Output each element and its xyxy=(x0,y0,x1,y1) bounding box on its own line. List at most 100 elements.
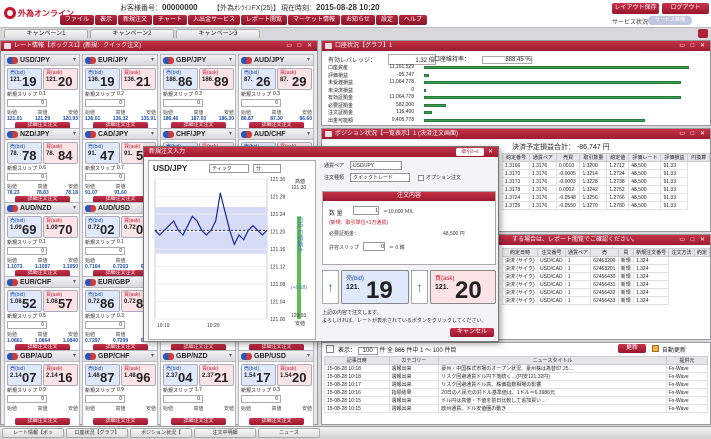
column-header[interactable]: 注文方法 xyxy=(668,248,695,257)
quantity-input[interactable]: 1 xyxy=(353,206,379,215)
table-row[interactable]: 決済 (サイク) USD/CAD 1 62463200 新規 1.324 xyxy=(501,256,710,265)
card-menu-icon[interactable]: ▾ xyxy=(229,129,232,140)
card-header[interactable]: CHF/JPY ▾ xyxy=(161,129,235,140)
column-header[interactable]: 評価損益 xyxy=(660,153,689,162)
table-row[interactable]: 決済 (サイク) USD/CAD 1 62463201 新規 1.324 xyxy=(501,264,710,273)
lot-input[interactable]: 0 xyxy=(7,173,47,181)
sell-button[interactable]: 売(bid) 0.72 02 xyxy=(85,216,120,238)
buy-button[interactable]: 買(ask) 87. 29 xyxy=(277,68,312,90)
column-header[interactable]: 円換算 xyxy=(687,153,710,162)
tab-campaign-3[interactable]: キャンペーン3 xyxy=(176,29,260,38)
lot-input[interactable]: 0 xyxy=(7,99,47,107)
display-count-select[interactable]: 100 xyxy=(357,347,378,355)
table-row[interactable]: 決済 (サイク) USD/CAD 1 62456431 新規 1.324 xyxy=(501,280,710,289)
sell-quote-button[interactable]: 売(bid) 121. 19 xyxy=(341,270,409,304)
card-menu-icon[interactable]: ▾ xyxy=(73,277,76,288)
close-icon[interactable]: ✕ xyxy=(488,147,495,157)
card-header[interactable]: NZD/JPY ▾ xyxy=(5,129,79,140)
window-controls[interactable]: ▭ □ ✕ xyxy=(679,235,707,245)
logout-button[interactable]: ログアウト xyxy=(662,3,709,14)
chart-type-select[interactable]: ティック xyxy=(209,164,249,173)
card-header[interactable]: AUD/NZD ▾ xyxy=(5,203,79,214)
table-row[interactable]: 決済 (サイク) USD/CAD 1 62456432 新規 1.324 xyxy=(501,288,710,297)
sell-button[interactable]: 売(bid) 1.08 52 xyxy=(7,290,42,312)
menu-item-9[interactable]: ヘルプ xyxy=(398,15,427,25)
buy-button[interactable]: 買(ask) 136. 21 xyxy=(121,68,156,90)
window-controls[interactable]: ▭ □ ✕ xyxy=(679,41,707,51)
tab-campaign-1[interactable]: キャンペーン1 xyxy=(4,29,88,38)
pair-select[interactable]: USD/JPY xyxy=(350,161,402,170)
table-row[interactable]: 1.3170 1.3176 -0.0005 1.3214 1.2724 48,500 91.… xyxy=(502,169,710,178)
sell-button[interactable]: 売(bid) 0.72 86 xyxy=(85,290,120,312)
order-type-select[interactable]: クイックトレード xyxy=(350,173,410,182)
table-row[interactable]: 15-08-28 10:16 指標結果 20日の人民元の対ドル基準値は、1ドル＝6.… xyxy=(324,388,709,397)
lot-input[interactable]: 0 xyxy=(7,321,47,329)
card-menu-icon[interactable]: ▾ xyxy=(73,129,76,140)
card-menu-icon[interactable]: ▾ xyxy=(151,55,154,66)
table-row[interactable]: 1.3724 1.3176 -0.0548 1.3256 1.2766 48,500 91.… xyxy=(502,193,710,202)
taskbar-item-4[interactable]: ニュース xyxy=(258,428,320,438)
table-row[interactable]: 15-08-28 10:15 週報出来 欧州通貨、ドル安値圏の動き Fx-Wave xyxy=(324,404,709,413)
lot-input[interactable]: 0 xyxy=(85,247,125,255)
detail-order-button[interactable]: 詳細注文注文 xyxy=(15,418,70,425)
auto-refresh-checkbox[interactable] xyxy=(652,345,659,352)
window-controls[interactable]: ▭ □ ✕ xyxy=(286,41,314,51)
card-header[interactable]: EUR/CHF ▾ xyxy=(5,277,79,288)
sell-button[interactable]: 売(bid) 1.09 69 xyxy=(7,216,42,238)
sell-button[interactable]: 売(bid) 136. 19 xyxy=(85,68,120,90)
card-menu-icon[interactable]: ▾ xyxy=(229,351,232,362)
column-header[interactable]: 売 xyxy=(590,248,619,257)
lot-input[interactable]: 0 xyxy=(85,321,125,329)
buy-button[interactable]: 買(ask) 2.14 16 xyxy=(43,364,78,386)
menu-item-1[interactable]: 表示 xyxy=(95,15,118,25)
buy-quote-button[interactable]: 買(ask) 121. 20 xyxy=(430,270,496,304)
column-header[interactable]: 買 xyxy=(617,248,634,257)
menu-item-4[interactable]: 入出金サービス xyxy=(188,15,241,25)
column-header[interactable]: ニュースタイトル xyxy=(438,356,667,365)
sell-button[interactable]: 売(bid) 91. 47 xyxy=(85,142,120,164)
buy-button[interactable]: 買(ask) 186. 89 xyxy=(199,68,234,90)
card-header[interactable]: AUD/JPY ▾ xyxy=(239,55,313,66)
column-header[interactable]: 取引数量 xyxy=(579,153,608,162)
sell-button[interactable]: 売(bid) 1.54 17 xyxy=(241,364,276,386)
lot-input[interactable]: 0 xyxy=(85,173,125,181)
window-controls[interactable]: ▭ □ ✕ xyxy=(679,129,707,139)
sell-button[interactable]: 売(bid) 87. 26 xyxy=(241,68,276,90)
menu-item-5[interactable]: レポート閲覧 xyxy=(241,15,288,25)
buy-button[interactable]: 買(ask) 1.54 20 xyxy=(277,364,312,386)
card-menu-icon[interactable]: ▾ xyxy=(307,129,310,140)
buy-button[interactable]: 買(ask) 78. 84 xyxy=(43,142,78,164)
table-row[interactable]: 1.3166 1.3176 0.0010 1.3200 1.2712 48,500 91.3… xyxy=(502,161,710,170)
column-header[interactable]: 通貨ペア xyxy=(528,153,557,162)
sell-button[interactable]: 売(bid) 2.37 04 xyxy=(163,364,198,386)
column-header[interactable]: 記事日時 xyxy=(324,356,390,365)
table-row[interactable]: 15-08-28 10:18 週報出来 リスク回避通貨ドル円下落続く…(円安121.… xyxy=(324,372,709,381)
menu-item-2[interactable]: 新規注文 xyxy=(118,15,153,25)
column-header[interactable]: 通貨ペア xyxy=(564,248,592,257)
taskbar-item-0[interactable]: レート情報【ボッ xyxy=(2,428,64,438)
cancel-button[interactable]: キャンセル xyxy=(450,328,494,337)
sell-button[interactable]: 売(bid) 186. 86 xyxy=(163,68,198,90)
card-header[interactable]: GBP/AUD ▾ xyxy=(5,351,79,362)
sound-icon[interactable] xyxy=(698,29,708,38)
card-menu-icon[interactable]: ▾ xyxy=(73,351,76,362)
card-menu-icon[interactable]: ▾ xyxy=(73,203,76,214)
card-header[interactable]: GBP/CHF ▾ xyxy=(83,351,157,362)
option-order-checkbox[interactable] xyxy=(418,175,424,181)
menu-item-0[interactable]: ファイル xyxy=(60,15,95,25)
menu-item-6[interactable]: マーケット情報 xyxy=(288,15,341,25)
menu-item-7[interactable]: お知らせ xyxy=(341,15,375,25)
buy-button[interactable]: 買(ask) 2.37 21 xyxy=(199,364,234,386)
column-header[interactable]: 提供元 xyxy=(665,356,709,365)
card-header[interactable]: GBP/JPY ▾ xyxy=(161,55,235,66)
card-header[interactable]: EUR/JPY ▾ xyxy=(83,55,157,66)
card-header[interactable]: CAD/JPY ▾ xyxy=(83,129,157,140)
lot-input[interactable]: 0 xyxy=(241,99,281,107)
slip-input[interactable]: 0 xyxy=(363,242,385,251)
trading-rules-button[interactable]: 取引ﾙｰﾙ xyxy=(456,148,484,156)
table-row[interactable]: 15-08-28 10:17 週報出来 リスク回避通貨ドル高、株価指数相場の影響 Fx… xyxy=(324,380,709,389)
taskbar-item-3[interactable]: 注文中明細 xyxy=(194,428,256,438)
table-row[interactable]: 1.3178 1.3176 0.0002 1.3242 1.2752 48,500 91.3… xyxy=(502,185,710,194)
column-header[interactable]: 新規注文番号 xyxy=(632,248,670,257)
card-header[interactable]: GBP/USD ▾ xyxy=(239,351,313,362)
